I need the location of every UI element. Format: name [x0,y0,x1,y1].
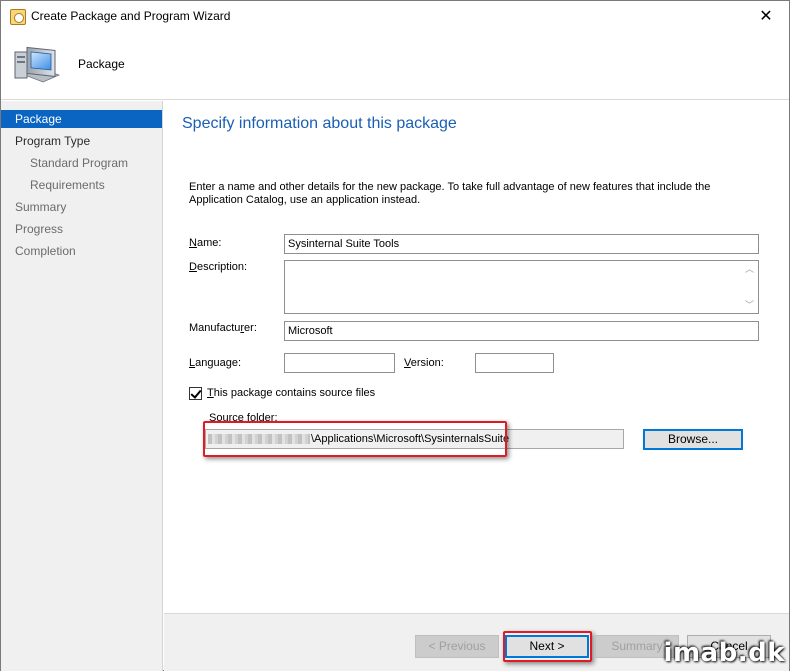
wizard-window: Create Package and Program Wizard ✕ Pack… [0,0,790,671]
source-folder-highlight [203,421,507,457]
step-summary[interactable]: Summary [1,198,162,216]
description-textarea[interactable]: ︿ ﹀ [284,260,759,314]
version-label: Version: [404,357,444,369]
language-label: Language: [189,357,242,369]
browse-button[interactable]: Browse... [643,429,743,450]
name-label: Name: [189,237,222,249]
next-button-highlight [503,631,592,662]
wizard-app-icon [10,9,26,25]
window-title: Create Package and Program Wizard [31,9,231,23]
step-package[interactable]: Package [1,110,162,128]
title-bar: Create Package and Program Wizard ✕ [1,1,789,32]
version-input[interactable] [475,353,554,373]
page-title: Specify information about this package [182,115,457,132]
computer-icon [14,46,61,83]
step-completion[interactable]: Completion [1,242,162,260]
step-standard-program[interactable]: Standard Program [1,154,162,172]
description-scrollbar[interactable]: ︿ ﹀ [741,261,758,313]
description-label: Description: [189,261,248,273]
manufacturer-input[interactable]: Microsoft [284,321,759,341]
header-title: Package [78,57,125,71]
wizard-header: Package [1,32,789,100]
wizard-page: Specify information about this package E… [164,101,789,613]
manufacturer-label: Manufacturer: [189,322,257,334]
scroll-up-icon[interactable]: ︿ [741,261,758,277]
step-program-type[interactable]: Program Type [1,132,162,150]
step-progress[interactable]: Progress [1,220,162,238]
source-files-checkbox[interactable] [189,387,202,400]
watermark-text: imab.dk [663,638,785,668]
close-button[interactable]: ✕ [743,1,789,32]
step-requirements[interactable]: Requirements [1,176,162,194]
language-input[interactable] [284,353,395,373]
source-files-checkbox-label[interactable]: This package contains source files [207,387,375,399]
name-input[interactable]: Sysinternal Suite Tools [284,234,759,254]
intro-text: Enter a name and other details for the n… [189,181,711,206]
previous-button[interactable]: < Previous [415,635,499,658]
wizard-steps-sidebar: Package Program Type Standard Program Re… [1,101,163,671]
scroll-down-icon[interactable]: ﹀ [741,297,758,313]
